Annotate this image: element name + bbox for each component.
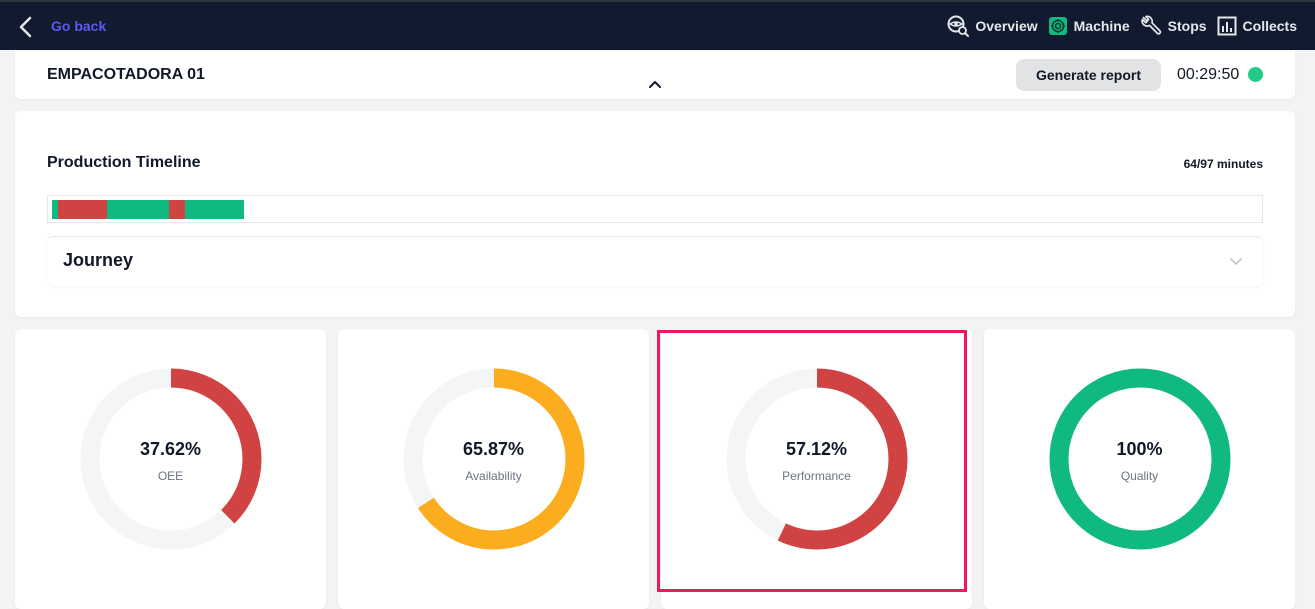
gauge-card-quality: 100% Quality [984, 329, 1295, 609]
nav-item-label: Overview [975, 18, 1038, 34]
timeline-segment-running [185, 200, 245, 219]
chevron-up-icon[interactable] [648, 79, 662, 89]
availability-value: 65.87% [462, 439, 525, 459]
nav-item-stops[interactable]: Stops [1140, 15, 1207, 37]
timeline-bar [47, 195, 1263, 223]
overview-search-icon [947, 15, 970, 37]
timeline-segment-stopped [169, 200, 186, 219]
generate-report-button[interactable]: Generate report [1016, 59, 1161, 91]
chevron-left-icon[interactable] [16, 16, 36, 38]
top-nav-bar: Go back Overview Machine Stops Collects [0, 0, 1315, 50]
bar-chart-icon [1217, 16, 1237, 36]
nav-item-label: Machine [1073, 18, 1130, 34]
performance-value: 57.12% [785, 439, 848, 459]
nav-item-label: Collects [1242, 18, 1297, 34]
nav-item-machine[interactable]: Machine [1048, 16, 1130, 36]
machine-name: EMPACOTADORA 01 [47, 66, 205, 83]
performance-label: Performance [782, 469, 851, 483]
machine-header-card: EMPACOTADORA 01 Generate report 00:29:50 [15, 50, 1295, 99]
timeline-segment-running [107, 200, 170, 219]
wrench-icon [1140, 15, 1161, 35]
nav-item-overview[interactable]: Overview [947, 15, 1038, 37]
availability-label: Availability [465, 469, 522, 483]
go-back-link[interactable]: Go back [51, 18, 106, 34]
gauge-card-oee: 37.62% OEE [15, 329, 326, 609]
nav-item-label: Stops [1167, 18, 1207, 34]
gauge-card-performance: 57.12% Performance [661, 329, 972, 609]
machine-icon [1048, 17, 1067, 35]
oee-label: OEE [157, 469, 184, 483]
oee-value: 37.62% [139, 439, 202, 459]
journey-accordion[interactable]: Journey [47, 236, 1263, 286]
production-timeline-card: Production Timeline 64/97 minutes Journe… [15, 111, 1295, 317]
timeline-title: Production Timeline [47, 154, 201, 171]
quality-value: 100% [1116, 439, 1163, 459]
timeline-segment-stopped [58, 200, 108, 219]
main-nav: Overview Machine Stops Collects [937, 2, 1297, 50]
quality-label: Quality [1120, 469, 1159, 483]
chevron-down-icon [1230, 258, 1242, 265]
nav-item-collects[interactable]: Collects [1217, 16, 1297, 36]
gauge-card-availability: 65.87% Availability [338, 329, 649, 609]
timeline-minutes: 64/97 minutes [1183, 157, 1263, 171]
journey-label: Journey [63, 250, 134, 270]
session-timer: 00:29:50 [1177, 66, 1240, 83]
status-indicator [1248, 67, 1263, 82]
